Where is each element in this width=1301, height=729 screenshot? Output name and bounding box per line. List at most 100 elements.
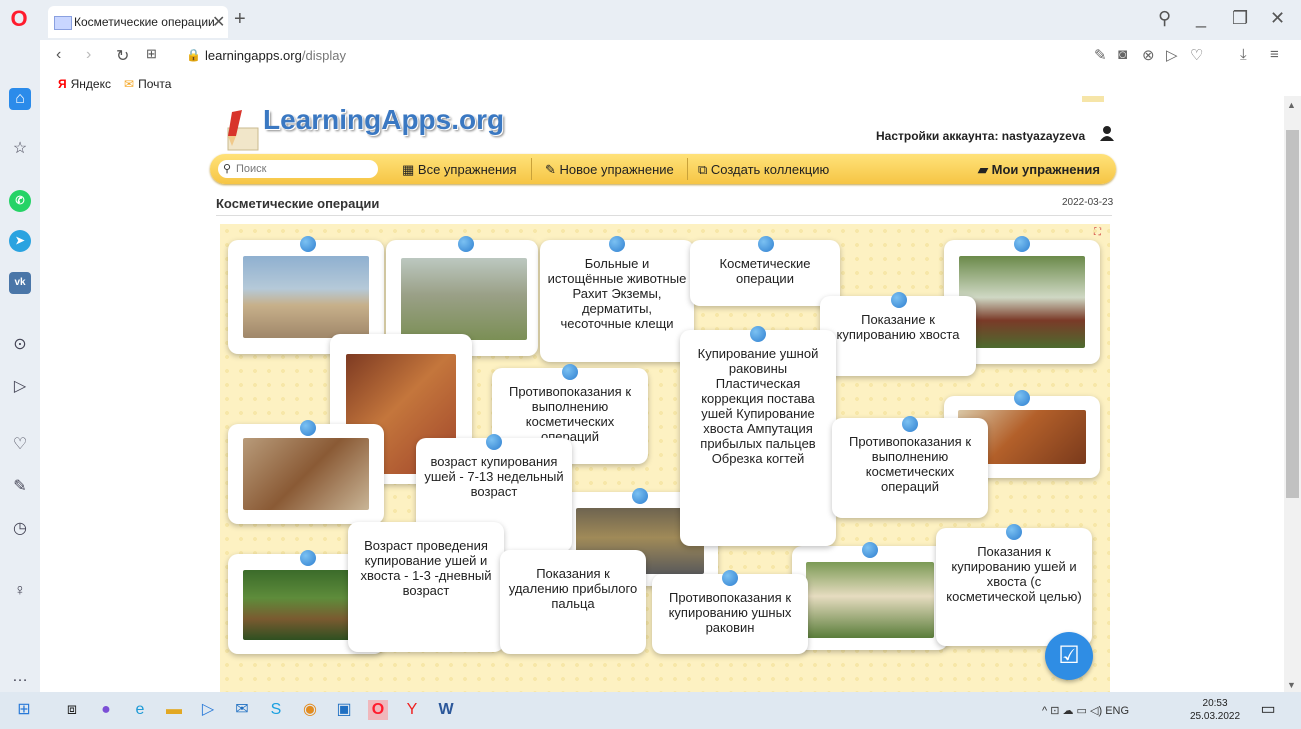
language-indicator[interactable]: ENG [1105, 705, 1129, 717]
connector-pin[interactable] [891, 292, 907, 308]
mail-app-icon[interactable]: ✉ [232, 700, 252, 720]
bookmarks-bar [40, 72, 1301, 96]
search-input[interactable]: ⚲ Поиск [218, 160, 378, 178]
card-sick-animals[interactable]: Больные и истощённые животные Рахит Экзе… [540, 240, 694, 362]
connector-pin[interactable] [632, 488, 648, 504]
photo-doberman [243, 256, 369, 338]
grid-icon: ▦ [402, 162, 418, 177]
card-contraindications-2[interactable]: Противопоказания к выполнению косметичес… [832, 418, 988, 518]
skype-icon[interactable]: S [266, 700, 286, 720]
card-operations-list[interactable]: Купирование ушной раковины Пластическая … [680, 330, 836, 546]
reload-icon[interactable]: ↻ [116, 46, 129, 66]
card-photo-labrador[interactable] [792, 546, 948, 650]
card-photo-puppy[interactable] [228, 424, 384, 524]
account-settings-link[interactable]: Настройки аккаунта: nastyazayzeva [876, 129, 1085, 143]
adblock-icon[interactable]: ⊗ [1142, 46, 1155, 64]
forward-icon[interactable]: › [86, 46, 91, 64]
folder-icon: ▰ [978, 162, 992, 177]
close-window-button[interactable]: ✕ [1270, 8, 1285, 29]
flow-icon[interactable]: ▷ [1166, 46, 1178, 64]
windows-start-icon[interactable]: ⊞ [14, 700, 34, 720]
connector-pin[interactable] [1014, 390, 1030, 406]
fullscreen-icon[interactable]: ⛶ [1094, 227, 1101, 238]
notifications-icon[interactable]: ▭ [1258, 700, 1278, 720]
connector-pin[interactable] [1006, 524, 1022, 540]
player-icon[interactable]: ⊙ [9, 334, 31, 356]
connector-pin[interactable] [300, 236, 316, 252]
star-icon[interactable]: ☆ [9, 138, 31, 160]
user-icon[interactable] [1099, 125, 1115, 141]
speed-dial-icon[interactable]: ⊞ [146, 46, 157, 62]
search-tabs-icon[interactable]: ⚲ [1158, 8, 1171, 29]
nav-create-collection[interactable]: ⧉ Создать коллекцию [698, 162, 829, 178]
opera-logo-icon[interactable]: O [8, 8, 30, 30]
card-contra1-text: Противопоказания к выполнению косметичес… [508, 384, 632, 444]
close-tab-icon[interactable]: ✕ [212, 12, 225, 32]
favorites-icon[interactable]: ♡ [9, 434, 31, 456]
scroll-up-icon[interactable]: ▲ [1287, 100, 1296, 110]
edge-icon[interactable]: e [130, 700, 150, 720]
vk-icon[interactable]: vk [9, 272, 31, 294]
word-icon[interactable]: W [436, 700, 456, 720]
edit-icon[interactable]: ✎ [1094, 46, 1107, 64]
flow-sidebar-icon[interactable]: ▷ [9, 376, 31, 398]
nav-new-exercise[interactable]: ✎ Новое упражнение [545, 162, 674, 178]
tab-title: Косметические операции [74, 15, 215, 29]
minimize-button[interactable]: _ [1196, 8, 1206, 29]
connector-pin[interactable] [862, 542, 878, 558]
nav-all-exercises[interactable]: ▦ Все упражнения [402, 162, 517, 178]
back-icon[interactable]: ‹ [56, 46, 61, 64]
heart-icon[interactable]: ♡ [1190, 46, 1203, 64]
site-logo[interactable]: LearningApps.org [263, 104, 504, 136]
photo-labrador [806, 562, 934, 638]
connector-pin[interactable] [300, 420, 316, 436]
yandex-browser-icon[interactable]: Y [402, 700, 422, 720]
card-contra2-text: Противопоказания к выполнению косметичес… [848, 434, 972, 494]
scrollbar-thumb[interactable] [1286, 130, 1299, 498]
restore-button[interactable]: ❐ [1232, 8, 1248, 29]
history-icon[interactable]: ◷ [9, 518, 31, 540]
card-tail-age[interactable]: Возраст проведения купирование ушей и хв… [348, 522, 504, 652]
snapshot-icon[interactable]: ✎ [9, 476, 31, 498]
card-dewclaw[interactable]: Показания к удалению прибылого пальца [500, 550, 646, 654]
system-clock[interactable]: 20:53 25.03.2022 [1190, 697, 1240, 723]
home-icon[interactable]: ⌂ [9, 88, 31, 110]
cortana-icon[interactable]: ● [96, 700, 116, 720]
card-tail-indication[interactable]: Показание к купированию хвоста [820, 296, 976, 376]
check-answers-button[interactable]: ☑ [1045, 632, 1093, 680]
download-icon[interactable]: ⤓ [1240, 46, 1247, 63]
connector-pin[interactable] [1014, 236, 1030, 252]
opera-taskbar-icon[interactable]: O [368, 700, 388, 720]
tips-icon[interactable]: ♀ [9, 580, 31, 602]
connector-pin[interactable] [486, 434, 502, 450]
browser-tab[interactable]: Косметические операции ✕ [48, 6, 228, 38]
connector-pin[interactable] [750, 326, 766, 342]
task-view-icon[interactable]: ⧈ [62, 700, 82, 720]
card-ear-tail-indication[interactable]: Показания к купированию ушей и хвоста (с… [936, 528, 1092, 646]
url-field[interactable]: learningapps.org/display [205, 48, 346, 63]
telegram-icon[interactable]: ➤ [9, 230, 31, 252]
connector-pin[interactable] [458, 236, 474, 252]
card-contra-ears[interactable]: Противопоказания к купированию ушных рак… [652, 574, 808, 654]
media-player-icon[interactable]: ▷ [198, 700, 218, 720]
bookmark-mail[interactable]: ✉ Почта [124, 77, 171, 91]
connector-pin[interactable] [902, 416, 918, 432]
new-tab-button[interactable]: + [234, 8, 246, 31]
scroll-down-icon[interactable]: ▼ [1287, 680, 1296, 690]
connector-pin[interactable] [722, 570, 738, 586]
lock-icon[interactable]: 🔒 [186, 48, 201, 62]
whatsapp-icon[interactable]: ✆ [9, 190, 31, 212]
system-tray[interactable]: ^ ⊡ ☁ ▭ ◁) ENG [1042, 704, 1129, 717]
nav-my-exercises[interactable]: ▰ Мои упражнения [978, 162, 1100, 178]
more-icon[interactable]: … [9, 666, 31, 688]
connector-pin[interactable] [758, 236, 774, 252]
menu-icon[interactable]: ≡ [1270, 46, 1279, 63]
connector-pin[interactable] [300, 550, 316, 566]
file-explorer-icon[interactable]: ▬ [164, 700, 184, 720]
bookmark-yandex[interactable]: Я Яндекс [58, 77, 111, 91]
camera-icon[interactable]: ◙ [1118, 46, 1127, 63]
app-icon[interactable]: ◉ [300, 700, 320, 720]
connector-pin[interactable] [562, 364, 578, 380]
store-icon[interactable]: ▣ [334, 700, 354, 720]
connector-pin[interactable] [609, 236, 625, 252]
